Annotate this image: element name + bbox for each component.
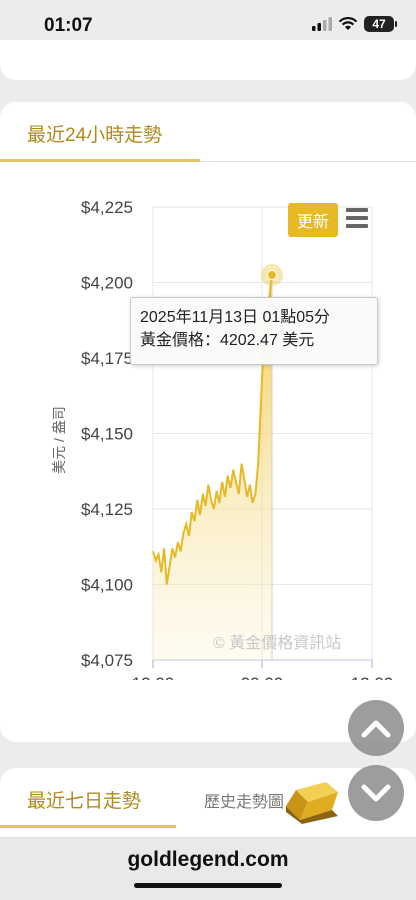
gold-bar-icon (286, 782, 338, 824)
tab-active-underline-7d (0, 825, 176, 828)
y-tick-label: $4,150 (81, 425, 133, 444)
tab-7d-trend[interactable]: 最近七日走勢 (27, 786, 141, 813)
tooltip-datetime: 2025年11月13日 01點05分 (140, 309, 331, 326)
chevron-up-icon (361, 720, 391, 738)
y-tick-label: $4,075 (81, 651, 133, 670)
y-tick-label: $4,100 (81, 576, 133, 595)
scroll-up-button[interactable] (348, 700, 404, 756)
chart-tooltip: 2025年11月13日 01點05分 黃金價格：4202.47 美元 (130, 297, 378, 365)
tooltip-price: 黃金價格：4202.47 美元 (140, 332, 315, 349)
chevron-down-icon (361, 784, 391, 802)
y-axis-title: 美元 / 盎司 (51, 406, 67, 474)
browser-address-bar[interactable]: goldlegend.com (0, 838, 416, 900)
y-tick-label: $4,225 (81, 198, 133, 217)
x-tick-label: 00:00 (241, 674, 284, 680)
y-tick-label: $4,175 (81, 349, 133, 368)
y-axis-labels: $4,225 $4,200 $4,175 $4,150 $4,125 $4,100 $4,0… (81, 198, 133, 670)
tab-history-chart[interactable]: 歷史走勢圖 (204, 788, 284, 812)
highlight-point (267, 270, 277, 281)
x-tick-label: 12:00 (132, 674, 175, 680)
update-button[interactable]: 更新 (288, 203, 338, 237)
x-tick-label: 12:00 (351, 674, 394, 680)
chart-menu-icon[interactable] (346, 208, 368, 228)
home-indicator (134, 883, 282, 888)
y-tick-label: $4,125 (81, 500, 133, 519)
scroll-down-button[interactable] (348, 765, 404, 821)
x-axis-labels: 12:00 00:00 12:00 (132, 674, 394, 680)
y-tick-label: $4,200 (81, 274, 133, 293)
url-text[interactable]: goldlegend.com (0, 848, 416, 872)
chart-watermark: © 黃金價格資訊站 (213, 635, 342, 652)
